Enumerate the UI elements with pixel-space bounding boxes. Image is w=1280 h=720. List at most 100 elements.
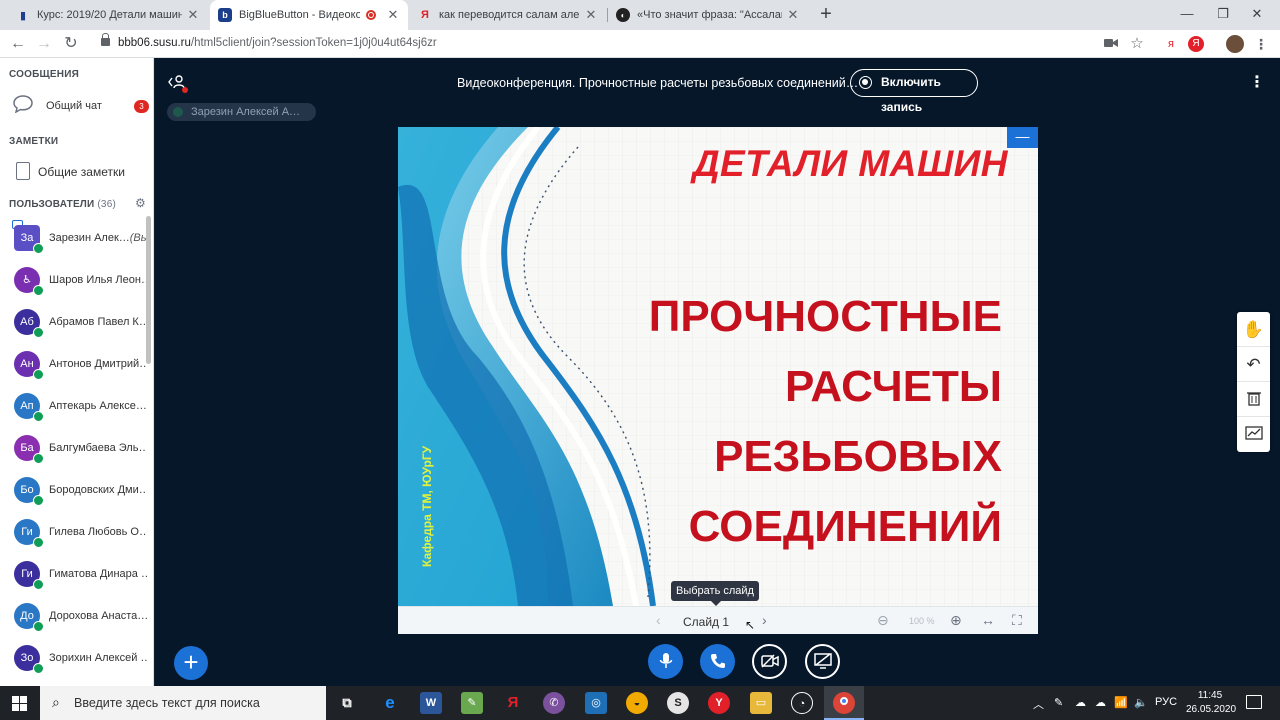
yandex-browser-icon[interactable]: Я bbox=[502, 692, 524, 714]
browser-menu-icon[interactable]: ⋮ bbox=[1252, 35, 1270, 53]
otvet-icon: ◐ bbox=[616, 8, 630, 22]
next-slide-button[interactable]: › bbox=[762, 612, 767, 628]
phone-icon bbox=[33, 369, 44, 380]
new-tab-button[interactable]: + bbox=[814, 3, 838, 27]
avatar: Аб bbox=[14, 309, 44, 338]
close-icon[interactable]: ✕ bbox=[786, 7, 800, 23]
fit-width-button[interactable]: ↔ bbox=[981, 612, 995, 628]
share-webcam-button[interactable] bbox=[752, 644, 787, 679]
windows-start-icon[interactable] bbox=[12, 696, 27, 711]
start-recording-button[interactable]: Включить запись bbox=[850, 69, 978, 114]
chrome-taskbar-item[interactable] bbox=[824, 686, 864, 720]
actions-plus-button[interactable]: + bbox=[174, 646, 208, 680]
browser-tab-bigbluebutton[interactable]: b BigBlueButton - Видеоконф ✕ bbox=[210, 0, 408, 30]
browser-tab-otvet[interactable]: ◐ «Что значит фраза: "Ассалам ал ✕ bbox=[608, 0, 808, 30]
cloud-sync-icon[interactable]: ☁ bbox=[1075, 696, 1086, 709]
back-button[interactable]: ← bbox=[6, 32, 30, 56]
close-icon[interactable]: ✕ bbox=[584, 7, 598, 23]
system-clock[interactable]: 11:45 26.05.2020 bbox=[1186, 689, 1236, 717]
select-slide-tooltip: Выбрать слайд bbox=[671, 581, 759, 606]
disk-utility-icon[interactable]: ◒ bbox=[626, 692, 648, 714]
action-center-icon[interactable] bbox=[1246, 695, 1262, 709]
public-chat-item[interactable]: Общий чат 3 bbox=[0, 90, 153, 120]
user-list-scrollbar[interactable] bbox=[146, 216, 151, 364]
viber-icon[interactable]: ✆ bbox=[543, 692, 565, 714]
yandex-bar-icon[interactable]: Я bbox=[1188, 36, 1204, 52]
onedrive-icon[interactable]: ☁ bbox=[1095, 696, 1106, 709]
leave-audio-button[interactable] bbox=[700, 644, 735, 679]
options-menu-icon[interactable]: ⋮ bbox=[1249, 75, 1265, 92]
avatar: ♿ bbox=[14, 267, 44, 296]
volume-icon[interactable]: 🔈 bbox=[1134, 696, 1148, 709]
user-list-item[interactable]: Ап Аптекарь Алексе… bbox=[0, 386, 147, 428]
forward-button[interactable]: → bbox=[32, 32, 56, 56]
user-list-item[interactable]: Ги Гилева Любовь О… bbox=[0, 512, 147, 554]
user-list-item[interactable]: Зо Зорихин Алексей … bbox=[0, 638, 147, 680]
fullscreen-button[interactable]: ⛶ bbox=[1012, 612, 1022, 629]
messages-section-title: СООБЩЕНИЯ bbox=[9, 69, 79, 80]
clear-trash-icon[interactable] bbox=[1237, 382, 1270, 417]
user-list-item[interactable]: ♿ Шаров Илья Леон… bbox=[0, 260, 147, 302]
user-list-item[interactable]: Ба Балгумбаева Эль… bbox=[0, 428, 147, 470]
language-indicator[interactable]: РУС bbox=[1155, 696, 1177, 708]
tab-title: BigBlueButton - Видеоконф bbox=[239, 9, 360, 21]
yandex-app-icon[interactable]: Y bbox=[708, 692, 730, 714]
close-icon[interactable]: ✕ bbox=[386, 7, 400, 23]
slide-selector[interactable]: Слайд 1 bbox=[683, 615, 729, 629]
mouse-cursor: ↖ bbox=[745, 618, 756, 632]
tab-title: как переводится салам алейкум bbox=[439, 9, 580, 21]
browser-tab-course[interactable]: ▮ Курс: 2019/20 Детали машин (Ук ✕ bbox=[8, 0, 208, 30]
wifi-icon[interactable]: 📶 bbox=[1114, 696, 1128, 709]
user-options-gear-icon[interactable]: ⚙ bbox=[135, 196, 146, 210]
phone-icon bbox=[33, 663, 44, 674]
show-hidden-icons-icon[interactable]: ︿ bbox=[1033, 696, 1044, 712]
previous-slide-button[interactable]: ‹ bbox=[656, 612, 661, 628]
bookmark-star-icon[interactable]: ☆ bbox=[1128, 35, 1146, 53]
microphone-icon bbox=[173, 107, 183, 117]
talking-indicator[interactable]: Зарезин Алексей А… bbox=[167, 103, 316, 121]
notepad-plus-icon[interactable]: ✎ bbox=[461, 692, 483, 714]
main-area: Видеоконференция. Прочностные расчеты ре… bbox=[155, 58, 1280, 686]
edge-browser-icon[interactable]: e bbox=[379, 692, 401, 714]
close-icon[interactable]: ✕ bbox=[186, 7, 200, 23]
accessibility-icon: ♿ bbox=[22, 274, 32, 286]
shared-notes-item[interactable]: Общие заметки bbox=[0, 158, 153, 184]
user-list-item[interactable]: Ан Антонов Дмитрий… bbox=[0, 344, 147, 386]
left-panel: СООБЩЕНИЯ Общий чат 3 ЗАМЕТКИ Общие заме… bbox=[0, 58, 154, 686]
microphone-toggle-button[interactable] bbox=[648, 644, 683, 679]
user-list-item[interactable]: До Дорохова Анаста… bbox=[0, 596, 147, 638]
avatar: Бо bbox=[14, 477, 44, 506]
hand-tool-icon[interactable]: ✋ bbox=[1237, 312, 1270, 347]
yandex-extension-icon[interactable]: я bbox=[1162, 35, 1180, 53]
reload-button[interactable]: ↻ bbox=[59, 32, 83, 56]
phone-icon bbox=[33, 453, 44, 464]
phone-icon bbox=[33, 537, 44, 548]
multi-user-whiteboard-icon[interactable] bbox=[1237, 417, 1270, 452]
microphone-icon bbox=[659, 653, 672, 668]
task-view-icon[interactable]: ⧉ bbox=[336, 692, 358, 714]
minimize-presentation-button[interactable]: — bbox=[1007, 127, 1038, 148]
address-bar[interactable]: bbb06.susu.ru/html5client/join?sessionTo… bbox=[118, 37, 437, 49]
taskbar-search-input[interactable]: ⌕ Введите здесь текст для поиска bbox=[40, 686, 326, 720]
pen-workspace-icon[interactable]: ✎ bbox=[1054, 696, 1063, 709]
network-tool-icon[interactable]: ◎ bbox=[585, 692, 607, 714]
share-screen-button[interactable] bbox=[805, 644, 840, 679]
profile-avatar-icon[interactable] bbox=[1226, 35, 1244, 53]
word-icon[interactable]: W bbox=[420, 692, 442, 714]
zoom-in-button[interactable]: ⊕ bbox=[950, 612, 962, 629]
user-list-item[interactable]: Ги Гиматова Динара … bbox=[0, 554, 147, 596]
undo-icon[interactable]: ↶ bbox=[1237, 347, 1270, 382]
camera-blocked-icon[interactable] bbox=[1102, 35, 1120, 53]
toggle-user-list-button[interactable] bbox=[167, 74, 189, 94]
user-list-item[interactable]: За Зарезин Алек…(Вы) bbox=[0, 218, 147, 260]
user-list-item[interactable]: Аб Абрамов Павел К… bbox=[0, 302, 147, 344]
file-explorer-icon[interactable]: ▭ bbox=[750, 692, 772, 714]
user-list-item[interactable]: Бо Бородовских Дми… bbox=[0, 470, 147, 512]
obs-studio-icon[interactable]: ◔ bbox=[791, 692, 813, 714]
user-name: Дорохова Анаста… bbox=[49, 610, 147, 622]
skype-icon[interactable]: S bbox=[667, 692, 689, 714]
user-name: Балгумбаева Эль… bbox=[49, 442, 147, 454]
close-window-button[interactable]: ✕ bbox=[1234, 0, 1280, 30]
zoom-out-button[interactable]: ⊖ bbox=[877, 612, 889, 629]
browser-tab-yandex[interactable]: Я как переводится салам алейкум ✕ bbox=[410, 0, 606, 30]
